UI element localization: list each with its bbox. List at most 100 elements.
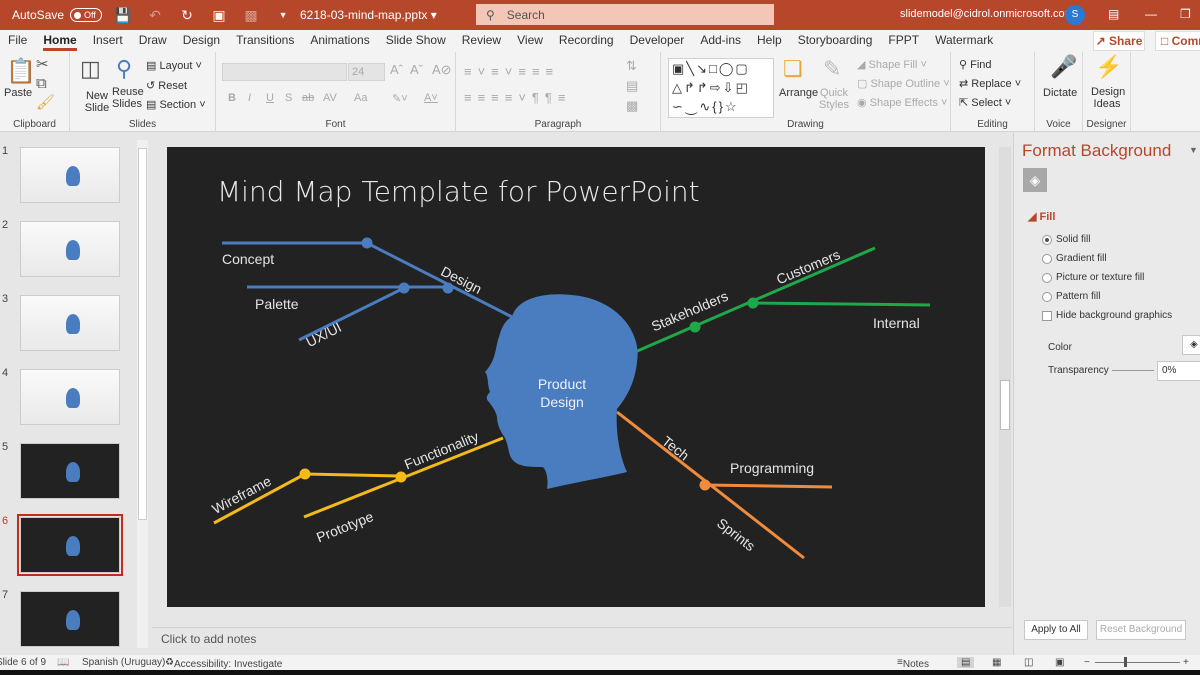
share-button[interactable]: ↗ Share <box>1093 31 1145 51</box>
reading-view-icon[interactable]: ◫ <box>1024 657 1033 668</box>
notes-area[interactable]: Click to add notes <box>152 627 1012 653</box>
slide-thumbnail[interactable] <box>17 514 123 576</box>
zoom-slider[interactable] <box>1095 662 1180 663</box>
shape-effects-button[interactable]: ◉ Shape Effects ˅ <box>857 96 947 109</box>
slide-thumbnail[interactable] <box>20 221 120 277</box>
shapes-gallery[interactable]: ▣╲↘□◯▢ △↱↱⇨⇩◰ ∽⏝∿{}☆ <box>668 58 774 118</box>
slide-thumbnail[interactable] <box>20 591 120 647</box>
fill-tab-icon[interactable]: ◈ <box>1023 168 1047 192</box>
shape-outline-button[interactable]: ▢ Shape Outline ˅ <box>857 77 950 90</box>
paste-icon[interactable]: 📋 <box>6 60 36 84</box>
slide-thumbnail[interactable] <box>20 443 120 499</box>
font-family-select[interactable] <box>222 63 347 81</box>
tab-insert[interactable]: Insert <box>85 30 131 52</box>
slide-thumbnail[interactable] <box>20 295 120 351</box>
slide-title[interactable]: Mind Map Template for PowerPoint <box>217 175 700 208</box>
quick-styles-icon[interactable]: ✎ <box>823 58 841 80</box>
select-button[interactable]: ⇱ Select ˅ <box>959 96 1011 109</box>
spellcheck-icon[interactable]: 📖 <box>57 657 69 668</box>
design-ideas-button[interactable]: Design Ideas <box>1091 86 1125 110</box>
shape-fill-button[interactable]: ◢ Shape Fill ˅ <box>857 58 927 71</box>
avatar[interactable]: S <box>1065 5 1085 25</box>
slideshow-icon[interactable]: ▣ <box>1055 657 1064 668</box>
zoom-out-icon[interactable]: − <box>1084 657 1090 668</box>
quick-styles-button[interactable]: Quick Styles <box>819 87 849 111</box>
new-slide-icon[interactable]: ◫ <box>80 58 101 80</box>
microphone-icon[interactable]: 🎤 <box>1050 56 1077 78</box>
customize-qat-icon[interactable]: ▼ <box>272 10 294 20</box>
tab-slide-show[interactable]: Slide Show <box>378 30 454 52</box>
paste-button[interactable]: Paste <box>4 87 32 99</box>
redo-icon[interactable]: ↻ <box>176 7 198 24</box>
slide-thumbnail[interactable] <box>20 147 120 203</box>
tab-transitions[interactable]: Transitions <box>228 30 302 52</box>
save-icon[interactable]: 💾 <box>112 7 134 24</box>
solid-fill-option[interactable]: Solid fill <box>1042 234 1090 245</box>
tab-fppt[interactable]: FPPT <box>880 30 927 52</box>
font-color-icon[interactable]: A˅ <box>424 92 438 104</box>
tab-home[interactable]: Home <box>35 30 84 52</box>
slide-sorter-icon[interactable]: ▦ <box>992 657 1001 668</box>
hide-bg-graphics-checkbox[interactable]: Hide background graphics <box>1042 310 1172 321</box>
text-direction-icon[interactable]: ⇅ <box>626 58 637 74</box>
font-size-select[interactable]: 24 <box>348 63 385 81</box>
transparency-slider[interactable] <box>1112 370 1154 371</box>
notes-toggle[interactable]: ≡ Notes <box>897 657 929 670</box>
change-case-button[interactable]: Aa <box>354 92 367 104</box>
find-button[interactable]: ⚲ Find <box>959 58 992 71</box>
bold-button[interactable]: B <box>228 92 236 104</box>
align-buttons[interactable]: ≡≡≡≡˅¶¶≡ <box>464 90 571 105</box>
tab-view[interactable]: View <box>509 30 551 52</box>
thumbnail-scrollbar[interactable] <box>137 140 148 648</box>
slide-scrollbar[interactable] <box>999 147 1011 607</box>
design-ideas-icon[interactable]: ⚡ <box>1095 56 1122 78</box>
shadow-button[interactable]: S <box>285 92 292 104</box>
smartart-icon[interactable]: ▩ <box>626 98 638 114</box>
tab-design[interactable]: Design <box>175 30 228 52</box>
zoom-in-icon[interactable]: + <box>1183 657 1189 668</box>
underline-button[interactable]: U <box>266 92 274 104</box>
reuse-slides-icon[interactable]: ⚲ <box>116 58 132 80</box>
increase-font-icon[interactable]: Aˆ <box>390 62 403 77</box>
document-title[interactable]: 6218-03-mind-map.pptx ▾ <box>300 8 437 22</box>
tab-watermark[interactable]: Watermark <box>927 30 1001 52</box>
copy-icon[interactable]: ⧉ <box>36 76 47 91</box>
char-spacing-button[interactable]: AV <box>323 92 337 104</box>
arrange-button[interactable]: Arrange <box>779 87 818 99</box>
decrease-font-icon[interactable]: Aˇ <box>410 62 423 77</box>
slide-thumbnail[interactable] <box>20 369 120 425</box>
reuse-slides-button[interactable]: Reuse Slides <box>112 86 144 110</box>
accessibility-status[interactable]: ♻ Accessibility: Investigate <box>165 657 282 670</box>
clear-format-icon[interactable]: A⊘ <box>432 62 452 78</box>
strikethrough-button[interactable]: ab <box>302 92 314 104</box>
replace-button[interactable]: ⇄ Replace ˅ <box>959 77 1021 90</box>
highlight-icon[interactable]: ✎˅ <box>392 92 408 105</box>
reset-background-button[interactable]: Reset Background <box>1096 620 1186 640</box>
tab-add-ins[interactable]: Add-ins <box>692 30 749 52</box>
reset-button[interactable]: ↺ Reset <box>146 79 187 92</box>
pane-options-icon[interactable]: ▼ <box>1189 145 1198 155</box>
account-email[interactable]: slidemodel@cidrol.onmicrosoft.com <box>900 8 1074 20</box>
autosave-toggle[interactable]: Off <box>70 8 103 22</box>
dictate-button[interactable]: Dictate <box>1043 87 1077 99</box>
undo-icon[interactable]: ↶ <box>144 7 166 24</box>
comments-button[interactable]: □ Comments <box>1155 31 1200 51</box>
tab-developer[interactable]: Developer <box>622 30 693 52</box>
align-text-icon[interactable]: ▤ <box>626 78 638 94</box>
touch-mode-icon[interactable]: ▩ <box>240 7 262 24</box>
pattern-fill-option[interactable]: Pattern fill <box>1042 291 1100 302</box>
language-indicator[interactable]: Spanish (Uruguay) <box>82 657 165 668</box>
apply-to-all-button[interactable]: Apply to All <box>1024 620 1088 640</box>
gradient-fill-option[interactable]: Gradient fill <box>1042 253 1107 264</box>
picture-fill-option[interactable]: Picture or texture fill <box>1042 272 1144 283</box>
italic-button[interactable]: I <box>248 92 251 104</box>
minimize-icon[interactable]: — <box>1145 7 1157 21</box>
format-painter-icon[interactable]: 🖌 <box>36 95 55 110</box>
slide-canvas[interactable]: Mind Map Template for PowerPoint Concept… <box>167 147 985 607</box>
section-button[interactable]: ▤ Section ˅ <box>146 98 206 111</box>
arrange-icon[interactable]: ❏ <box>783 58 803 80</box>
list-buttons[interactable]: ≡˅≡˅≡≡≡ <box>464 64 559 79</box>
tab-review[interactable]: Review <box>454 30 509 52</box>
cut-icon[interactable]: ✂ <box>36 57 49 72</box>
tab-draw[interactable]: Draw <box>131 30 175 52</box>
